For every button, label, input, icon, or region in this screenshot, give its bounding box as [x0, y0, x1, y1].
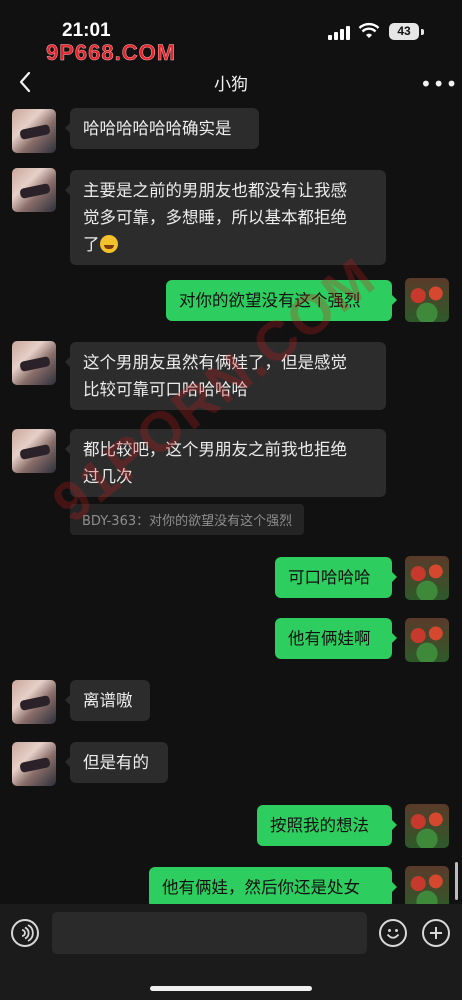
message-text: 他有俩娃啊	[288, 629, 371, 648]
incoming-message[interactable]: 主要是之前的男朋友也都没有让我感 觉多可靠，多想睡，所以基本都拒绝 了	[65, 170, 386, 265]
more-functions-button[interactable]	[422, 919, 450, 947]
contact-avatar[interactable]	[12, 168, 56, 212]
contact-avatar[interactable]	[12, 742, 56, 786]
contact-avatar[interactable]	[12, 680, 56, 724]
voice-input-button[interactable]	[11, 919, 39, 947]
message-list[interactable]: 哈哈哈哈哈哈确实是 主要是之前的男朋友也都没有让我感 觉多可靠，多想睡，所以基本…	[0, 104, 462, 904]
contact-avatar[interactable]	[12, 429, 56, 473]
incoming-message[interactable]: 但是有的	[65, 742, 168, 783]
message-input[interactable]	[52, 912, 367, 954]
voice-icon	[21, 924, 34, 942]
quoted-message[interactable]: BDY-363：对你的欲望没有这个强烈	[70, 504, 305, 535]
incoming-message[interactable]: 离谱嗷	[65, 680, 150, 721]
message-text: 按照我的想法	[270, 816, 369, 835]
more-options-icon[interactable]: •••	[420, 72, 458, 96]
battery-indicator: 43	[389, 23, 419, 40]
chat-header: 小狗 •••	[0, 60, 462, 104]
incoming-message[interactable]: 都比较吧，这个男朋友之前我也拒绝 过几次	[65, 429, 386, 497]
my-avatar[interactable]	[405, 804, 449, 848]
plus-icon	[430, 927, 442, 939]
scrollbar[interactable]	[455, 862, 458, 900]
contact-avatar[interactable]	[12, 109, 56, 153]
my-avatar[interactable]	[405, 866, 449, 904]
message-text: 哈哈哈哈哈哈确实是	[83, 119, 232, 138]
smiley-icon	[386, 929, 400, 939]
input-bar	[0, 904, 462, 1000]
my-avatar[interactable]	[405, 556, 449, 600]
message-text: 对你的欲望没有这个强烈	[179, 291, 361, 310]
my-avatar[interactable]	[405, 618, 449, 662]
message-text-line: 主要是之前的男朋友也都没有让我感	[83, 181, 347, 200]
incoming-message[interactable]: 哈哈哈哈哈哈确实是	[65, 108, 259, 149]
outgoing-message[interactable]: 可口哈哈哈	[275, 557, 397, 598]
message-text-line: 比较可靠可口哈哈哈哈	[83, 380, 248, 399]
emoji-button[interactable]	[379, 919, 407, 947]
message-text: 离谱嗷	[83, 691, 133, 710]
outgoing-message[interactable]: 他有俩娃，然后你还是处女	[149, 867, 397, 904]
face-with-tears-of-joy-icon	[99, 235, 118, 253]
message-text: 他有俩娃，然后你还是处女	[162, 878, 360, 897]
message-text-line: 过几次	[83, 467, 133, 486]
message-text: 但是有的	[83, 753, 149, 772]
cellular-signal-icon	[328, 24, 350, 40]
battery-tip	[421, 29, 424, 35]
wifi-icon	[358, 22, 380, 38]
message-text: 可口哈哈哈	[288, 568, 371, 587]
outgoing-message[interactable]: 对你的欲望没有这个强烈	[166, 280, 397, 321]
status-time: 21:01	[62, 20, 111, 41]
outgoing-message[interactable]: 他有俩娃啊	[275, 618, 397, 659]
message-text-line: 都比较吧，这个男朋友之前我也拒绝	[83, 440, 347, 459]
contact-avatar[interactable]	[12, 341, 56, 385]
my-avatar[interactable]	[405, 278, 449, 322]
incoming-message[interactable]: 这个男朋友虽然有俩娃了，但是感觉 比较可靠可口哈哈哈哈	[65, 342, 386, 410]
message-text-line: 觉多可靠，多想睡，所以基本都拒绝	[83, 208, 347, 227]
chat-title: 小狗	[214, 75, 248, 95]
message-text-line: 这个男朋友虽然有俩娃了，但是感觉	[83, 353, 347, 372]
outgoing-message[interactable]: 按照我的想法	[257, 805, 397, 846]
message-text-line: 了	[83, 235, 100, 254]
home-indicator	[150, 986, 312, 991]
